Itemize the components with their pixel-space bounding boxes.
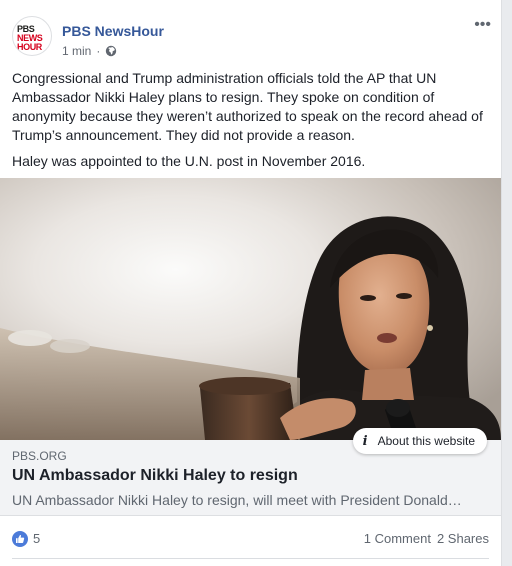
globe-icon [106,45,117,57]
like-count[interactable]: 5 [33,531,40,546]
engagement-stats: 1 Comment 2 Shares [364,531,489,546]
about-this-website-button[interactable]: i About this website [352,428,487,454]
link-description: UN Ambassador Nikki Haley to resign, wil… [12,492,462,508]
about-this-website-label: About this website [377,434,475,448]
shares-count-link[interactable]: 2 Shares [437,531,489,546]
info-icon: i [362,433,368,449]
facebook-post: PBS NEWS HOUR PBS NewsHour 1 min · ••• C… [0,0,502,566]
page-avatar[interactable]: PBS NEWS HOUR [12,16,52,56]
post-body: Congressional and Trump administration o… [12,69,492,178]
like-reaction-icon[interactable] [12,531,28,547]
link-preview-image[interactable] [0,178,501,440]
link-title[interactable]: UN Ambassador Nikki Haley to resign [12,467,298,485]
page-name-link[interactable]: PBS NewsHour [62,23,164,39]
comments-count-link[interactable]: 1 Comment [364,531,431,546]
thumbs-up-icon [16,534,25,543]
post-timestamp[interactable]: 1 min [62,44,91,58]
post-paragraph: Haley was appointed to the U.N. post in … [12,153,366,169]
haley-photo-illustration [0,178,501,440]
post-meta: 1 min · [62,44,117,58]
link-domain: PBS.ORG [12,449,67,463]
post-paragraph: Congressional and Trump administration o… [12,70,483,143]
post-header: PBS NEWS HOUR PBS NewsHour 1 min · ••• [12,12,491,62]
divider [12,558,489,559]
more-options-icon[interactable]: ••• [474,17,491,33]
reactions-bar: 5 1 Comment 2 Shares [12,528,489,550]
avatar-logo-line-3: HOUR [17,42,42,52]
